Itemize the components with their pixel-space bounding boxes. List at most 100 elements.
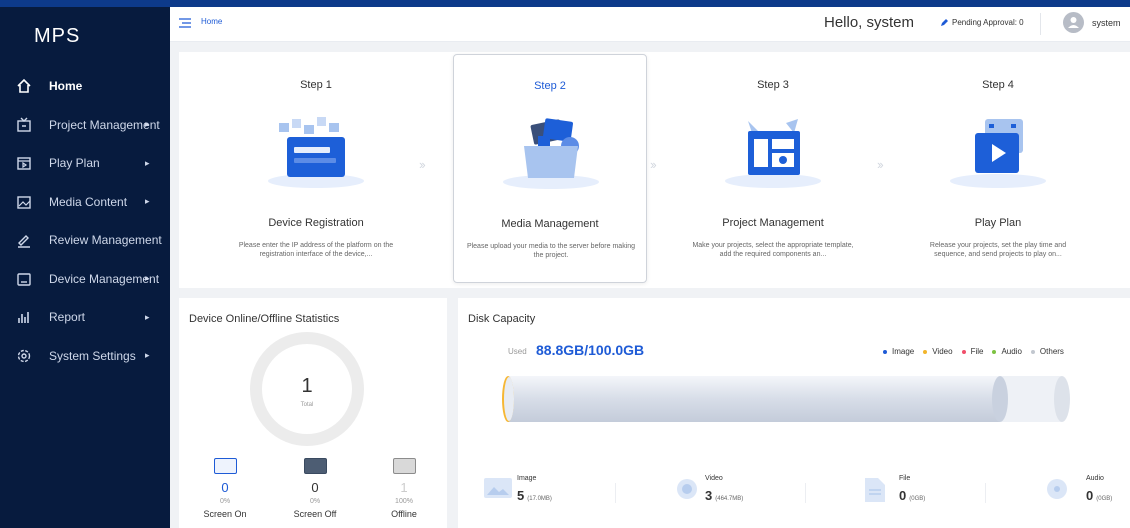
pending-approval-link[interactable]: Pending Approval: 0 (940, 18, 1024, 27)
legend-item-others: Others (1030, 347, 1064, 356)
sidebar-item-report[interactable]: Report ▸ (0, 298, 170, 337)
legend-item-file: File (961, 347, 983, 356)
menu-toggle-icon[interactable] (179, 17, 191, 29)
step-title: Media Management (501, 218, 599, 230)
step-title: Play Plan (974, 217, 1022, 229)
file-stat-count: 0 (0GB) (899, 488, 926, 503)
step-description: Make your projects, select the appropria… (692, 242, 854, 258)
sidebar-menu: Home Project Management ▸ Play Plan ▸ Me… (0, 67, 170, 375)
pending-approval-text: Pending Approval: 0 (952, 18, 1024, 27)
chevron-right-icon: ▸ (145, 196, 150, 207)
device-stats-panel: Device Online/Offline Statistics 1 Total… (179, 298, 447, 528)
legend-item-image: Image (883, 347, 914, 356)
file-stat-label: Image (517, 475, 537, 482)
sidebar-item-home[interactable]: Home (0, 67, 170, 106)
chevron-right-icon: ▸ (145, 157, 150, 168)
device-total-count: 1 (301, 375, 313, 397)
sidebar-item-system-settings[interactable]: System Settings ▸ (0, 337, 170, 376)
sidebar-item-label: Review Management (49, 233, 162, 248)
panel-title: Device Online/Offline Statistics (189, 313, 340, 325)
device-icon (17, 272, 31, 286)
file-stat-video: Video 3 (464.7MB) (676, 473, 816, 513)
sidebar: MPS Home Project Management ▸ Play Plan … (0, 7, 170, 528)
app-root: MPS Home Project Management ▸ Play Plan … (0, 0, 1130, 528)
steps-panel: Step 1 Device Registration Please enter … (179, 52, 1130, 288)
file-stat-label: Audio (1086, 475, 1104, 482)
step-card-media-management[interactable]: Step 2 Media Management Please upload yo… (453, 54, 647, 283)
divider (615, 483, 616, 503)
chevron-right-icon: ▸ (145, 350, 150, 361)
stat-label: Screen Off (293, 509, 337, 519)
step-card-device-registration[interactable]: Step 1 Device Registration Please enter … (219, 54, 413, 283)
chevron-right-icon: ▸ (145, 119, 150, 130)
step-card-project-management[interactable]: Step 3 Project Management Make your proj… (676, 54, 870, 283)
panel-title: Disk Capacity (468, 313, 536, 325)
legend-item-video: Video (923, 347, 953, 356)
file-stat-label: File (899, 475, 911, 482)
step-number: Step 4 (982, 79, 1014, 91)
disk-usage-cylinder (502, 376, 1070, 422)
image-file-icon (484, 478, 512, 498)
sidebar-item-label: Home (49, 79, 83, 94)
step-description: Please upload your media to the server b… (466, 243, 636, 259)
device-stat-offline: 1 100% Offline (374, 458, 434, 519)
play-plan-illustration (950, 119, 1046, 188)
edit-icon (941, 19, 948, 26)
file-stat-count: 5 (17.0MB) (517, 488, 552, 503)
chevron-right-icon: ▸ (145, 273, 150, 284)
chevrons-right-icon: ›› (650, 157, 657, 172)
stat-percent: 100% (395, 498, 413, 505)
stat-count: 0 (311, 480, 319, 495)
breadcrumb[interactable]: Home (201, 17, 222, 26)
used-label: Used (508, 347, 527, 356)
sidebar-item-device-management[interactable]: Device Management ▸ (0, 260, 170, 299)
avatar[interactable] (1063, 12, 1084, 33)
greeting-text: Hello, system (824, 14, 915, 31)
disk-capacity-panel: Disk Capacity Used 88.8GB/100.0GB Image … (458, 298, 1130, 528)
review-icon (18, 235, 30, 248)
disk-legend: Image Video File Audio Others (883, 347, 1064, 356)
device-total-donut: 1 Total (249, 331, 365, 447)
document-file-icon (865, 478, 885, 502)
sidebar-item-play-plan[interactable]: Play Plan ▸ (0, 144, 170, 183)
chevrons-right-icon: ›› (419, 157, 426, 172)
media-management-illustration (503, 118, 599, 189)
project-management-illustration (725, 119, 821, 188)
sidebar-item-media-content[interactable]: Media Content ▸ (0, 183, 170, 222)
video-file-icon (677, 479, 697, 499)
audio-file-icon (1047, 479, 1067, 499)
device-stat-screen-on: 0 0% Screen On (195, 458, 255, 519)
monitor-icon (392, 458, 416, 474)
device-total-label: Total (300, 402, 314, 408)
sidebar-item-project-management[interactable]: Project Management ▸ (0, 106, 170, 145)
stat-label: Screen On (203, 509, 247, 519)
divider (805, 483, 806, 503)
sidebar-item-label: Device Management (49, 271, 160, 286)
chevron-right-icon: ▸ (145, 311, 150, 322)
step-number: Step 3 (757, 79, 789, 91)
sidebar-item-label: Project Management (49, 117, 160, 132)
header-divider (1040, 13, 1041, 35)
stat-percent: 0% (309, 498, 321, 505)
settings-icon (17, 349, 31, 362)
step-number: Step 2 (534, 80, 566, 92)
step-number: Step 1 (300, 79, 332, 91)
step-card-play-plan[interactable]: Step 4 Play Plan Release your projects, … (901, 54, 1095, 283)
app-logo: MPS (34, 25, 81, 47)
used-value: 88.8GB/100.0GB (536, 342, 645, 358)
main-content: Home Hello, system Pending Approval: 0 s… (170, 7, 1130, 528)
step-description: Release your projects, set the play time… (929, 242, 1067, 258)
file-stat-file: File 0 (0GB) (865, 473, 1005, 513)
user-icon (1068, 17, 1079, 28)
divider (985, 483, 986, 503)
sidebar-item-label: System Settings (49, 348, 136, 363)
legend-item-audio: Audio (992, 347, 1022, 356)
step-title: Project Management (722, 217, 824, 229)
device-stat-screen-off: 0 0% Screen Off (285, 458, 345, 519)
username[interactable]: system (1092, 18, 1121, 28)
stat-percent: 0% (219, 498, 231, 505)
home-icon (17, 78, 31, 93)
file-stat-count: 0 (0GB) (1086, 488, 1113, 503)
sidebar-item-review-management[interactable]: Review Management (0, 221, 170, 260)
file-stat-count: 3 (464.7MB) (705, 488, 744, 503)
